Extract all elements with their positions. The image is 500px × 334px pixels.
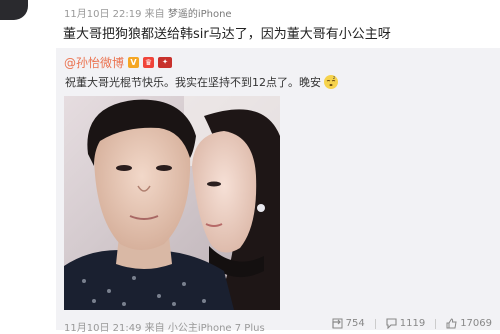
like-icon bbox=[446, 318, 457, 329]
post-photo[interactable] bbox=[64, 96, 280, 310]
comment-button[interactable]: 1119 bbox=[386, 318, 425, 329]
repost-source[interactable]: 小公主iPhone 7 Plus bbox=[168, 323, 265, 334]
post-time[interactable]: 11月10日 22:19 bbox=[64, 9, 141, 20]
sleep-emoji-icon: z bbox=[324, 75, 338, 89]
repost-button[interactable]: 754 bbox=[332, 318, 365, 329]
like-count: 17069 bbox=[460, 318, 492, 329]
repost-count: 754 bbox=[345, 318, 365, 329]
repost-actions: 754 1119 17069 bbox=[322, 318, 492, 329]
comment-icon bbox=[386, 318, 397, 329]
like-button[interactable]: 17069 bbox=[446, 318, 492, 329]
repost-card: @孙怡微博 V ♛ ✦ 祝董大哥光棍节快乐。我实在坚持不到12点了。晚安 z 1… bbox=[56, 48, 500, 334]
repost-meta: 11月10日 21:49 来自 小公主iPhone 7 Plus bbox=[64, 319, 265, 334]
repost-icon bbox=[332, 318, 343, 329]
post-source[interactable]: 梦遥的iPhone bbox=[168, 9, 232, 20]
repost-time[interactable]: 11月10日 21:49 bbox=[64, 323, 141, 334]
repost-author[interactable]: @孙怡微博 bbox=[64, 54, 124, 71]
avatar[interactable] bbox=[0, 0, 28, 20]
divider bbox=[374, 318, 376, 329]
post-text: 董大哥把狗狼都送给韩sir马达了，因为董大哥有小公主呀 bbox=[63, 27, 391, 42]
repost-source-prefix: 来自 bbox=[144, 323, 165, 334]
member-icon[interactable]: ✦ bbox=[158, 57, 173, 68]
repost-text-line: 祝董大哥光棍节快乐。我实在坚持不到12点了。晚安 z bbox=[65, 74, 338, 90]
repost-author-line: @孙怡微博 V ♛ ✦ bbox=[64, 54, 173, 71]
post-meta: 11月10日 22:19 来自 梦遥的iPhone bbox=[64, 5, 232, 20]
repost-text: 祝董大哥光棍节快乐。我实在坚持不到12点了。晚安 bbox=[65, 76, 321, 89]
verified-v-icon: V bbox=[128, 57, 140, 68]
post-source-prefix: 来自 bbox=[144, 9, 165, 20]
divider bbox=[435, 318, 437, 329]
vip-icon[interactable]: ♛ bbox=[143, 57, 155, 68]
comment-count: 1119 bbox=[399, 318, 426, 329]
svg-text:z: z bbox=[333, 75, 335, 80]
